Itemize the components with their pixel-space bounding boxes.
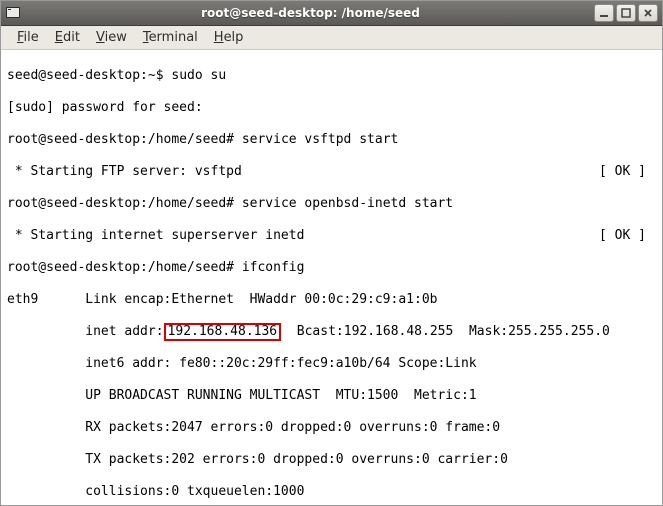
terminal-line: collisions:0 txqueuelen:1000 <box>7 484 656 500</box>
menubar: File Edit View Terminal Help <box>1 26 662 50</box>
minimize-button[interactable] <box>594 4 614 22</box>
terminal-line: * Starting FTP server: vsftpd[ OK ] <box>7 164 656 180</box>
terminal-line: eth9 Link encap:Ethernet HWaddr 00:0c:29… <box>7 292 656 308</box>
app-icon <box>5 5 21 21</box>
terminal-line: seed@seed-desktop:~$ sudo su <box>7 68 656 84</box>
terminal-line: RX packets:2047 errors:0 dropped:0 overr… <box>7 420 656 436</box>
menu-file[interactable]: File <box>9 28 47 47</box>
status-ok: [ OK ] <box>599 164 646 180</box>
window-titlebar: root@seed-desktop: /home/seed <box>1 1 662 26</box>
terminal-line: TX packets:202 errors:0 dropped:0 overru… <box>7 452 656 468</box>
terminal-line: * Starting internet superserver inetd[ O… <box>7 228 656 244</box>
menu-help[interactable]: Help <box>206 28 252 47</box>
terminal-area[interactable]: seed@seed-desktop:~$ sudo su [sudo] pass… <box>1 50 662 505</box>
status-ok: [ OK ] <box>599 228 646 244</box>
terminal-line: root@seed-desktop:/home/seed# service op… <box>7 196 656 212</box>
window-title: root@seed-desktop: /home/seed <box>27 6 594 20</box>
maximize-button[interactable] <box>616 4 636 22</box>
terminal-line: root@seed-desktop:/home/seed# ifconfig <box>7 260 656 276</box>
menu-view[interactable]: View <box>88 28 135 47</box>
close-button[interactable] <box>638 4 658 22</box>
terminal-line: inet addr:192.168.48.136 Bcast:192.168.4… <box>7 324 656 340</box>
terminal-line: [sudo] password for seed: <box>7 100 656 116</box>
window-controls <box>594 4 658 22</box>
terminal-line: UP BROADCAST RUNNING MULTICAST MTU:1500 … <box>7 388 656 404</box>
terminal-line: root@seed-desktop:/home/seed# service vs… <box>7 132 656 148</box>
highlighted-ip: 192.168.48.136 <box>164 323 282 341</box>
terminal-line: inet6 addr: fe80::20c:29ff:fec9:a10b/64 … <box>7 356 656 372</box>
menu-edit[interactable]: Edit <box>47 28 88 47</box>
menu-terminal[interactable]: Terminal <box>135 28 206 47</box>
